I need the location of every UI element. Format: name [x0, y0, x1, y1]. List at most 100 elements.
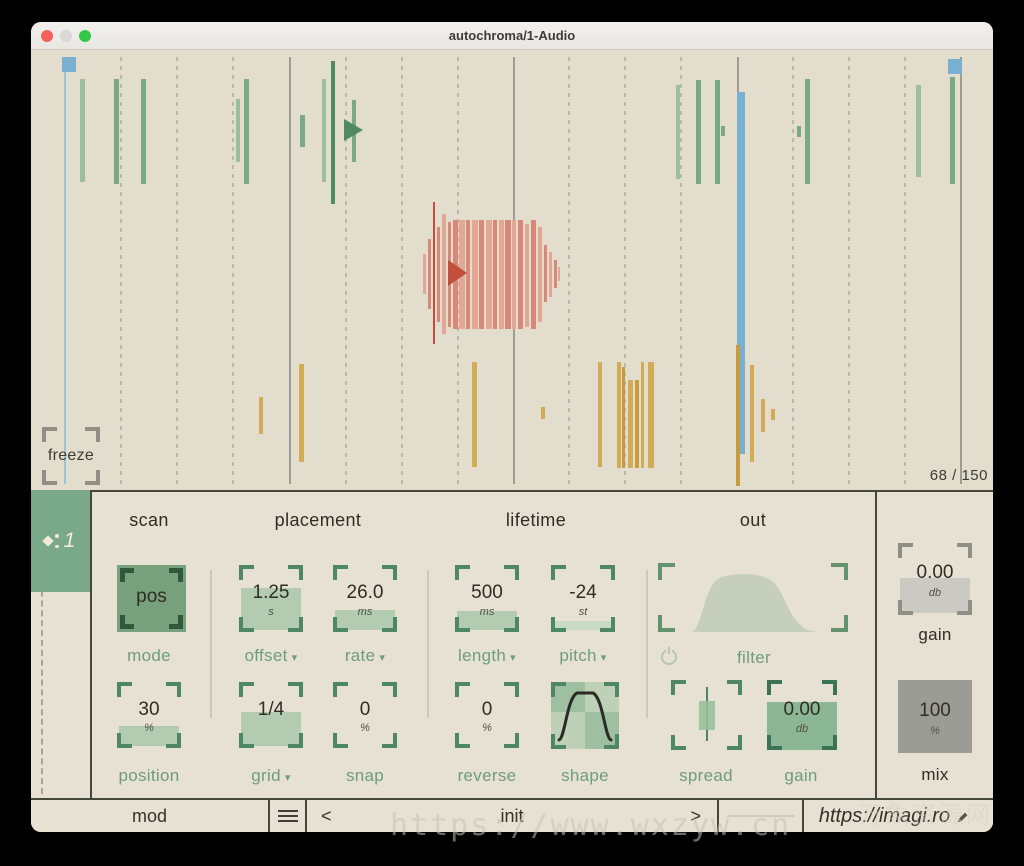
grid-control[interactable]: 1/4 [239, 682, 303, 748]
master-gain-value: 0.00 [898, 563, 972, 585]
playhead-marker[interactable] [948, 59, 962, 74]
grain-bar [531, 220, 536, 329]
grain-bar [244, 79, 249, 184]
playhead-marker[interactable] [62, 57, 76, 72]
mix-control[interactable]: 100 % [898, 680, 972, 753]
freeze-button[interactable]: freeze [42, 427, 100, 485]
grain-bar [541, 407, 545, 419]
grain-bar [428, 239, 431, 309]
snap-value: 0 [333, 699, 397, 721]
mod-button[interactable]: mod [31, 800, 270, 832]
grain-bar [499, 220, 504, 329]
mix-value: 100 [898, 700, 972, 722]
master-gain-label: gain [875, 625, 993, 645]
grain-bar [114, 79, 119, 184]
plugin-window: autochroma/1-Audio freeze 68 / 150 1 2 3… [31, 22, 993, 832]
grid-line-dashed [904, 57, 906, 484]
control-panel [31, 490, 993, 798]
grain-bar [80, 79, 85, 182]
shape-control[interactable] [551, 682, 619, 749]
modulation-icon [44, 533, 60, 549]
grid-value: 1/4 [239, 699, 303, 721]
grid-line-dashed [568, 57, 570, 484]
grain-bar [64, 57, 66, 484]
out-gain-label[interactable]: gain [741, 766, 861, 786]
master-gain-unit: db [898, 587, 972, 599]
grain-counter: 68 / 150 [930, 467, 988, 484]
pitch-control[interactable]: -24 st [551, 565, 615, 632]
shape-label[interactable]: shape [525, 766, 645, 786]
tab-1[interactable]: 1 [31, 490, 90, 592]
grid-line-dashed [401, 57, 403, 484]
reverse-control[interactable]: 0 % [455, 682, 519, 748]
position-label[interactable]: position [89, 766, 209, 786]
spread-handle[interactable] [699, 701, 715, 730]
section-divider [210, 570, 212, 718]
grid-line-solid [960, 57, 962, 484]
section-title-scan: scan [89, 510, 209, 531]
grain-bar [950, 77, 955, 184]
out-gain-control[interactable]: 0.00 db [767, 680, 837, 750]
snap-label[interactable]: snap [305, 766, 425, 786]
viz-canvas[interactable]: freeze 68 / 150 [31, 50, 993, 490]
length-value: 500 [455, 582, 519, 604]
grain-bar [805, 79, 810, 184]
grain-bar [141, 79, 146, 184]
pitch-value: -24 [551, 582, 615, 604]
grain-bar [259, 397, 263, 434]
mix-unit: % [898, 725, 972, 737]
chevron-down-icon: ▾ [601, 651, 607, 664]
position-control[interactable]: 30 % [117, 682, 181, 748]
grain-bar [648, 362, 654, 468]
section-title-lifetime: lifetime [476, 510, 596, 531]
spread-control[interactable] [671, 680, 742, 750]
mode-control[interactable]: pos [117, 565, 186, 632]
grain-bar [676, 85, 680, 179]
grain-bar [617, 362, 621, 468]
grain-bar [750, 365, 754, 462]
offset-control[interactable]: 1.25 s [239, 565, 303, 632]
grain-bar [544, 245, 547, 302]
grain-bar [423, 254, 426, 294]
rate-control[interactable]: 26.0 ms [333, 565, 397, 632]
grain-bar [549, 252, 552, 297]
snap-control[interactable]: 0 % [333, 682, 397, 748]
grain-bar [472, 362, 477, 467]
grain-bar [715, 80, 720, 184]
tab-1-label: 1 [64, 529, 76, 553]
grain-bar [736, 345, 740, 486]
grain-bar [797, 126, 801, 137]
mix-label: mix [875, 765, 993, 785]
grain-bar [512, 220, 516, 329]
filter-control[interactable] [658, 563, 848, 632]
menu-icon[interactable] [270, 800, 307, 832]
grain-bar [472, 220, 478, 329]
filter-label[interactable]: filter [694, 648, 814, 668]
preset-prev-button[interactable]: < [321, 806, 332, 827]
grain-bar [486, 220, 492, 329]
length-unit: ms [455, 606, 519, 618]
filter-power-icon[interactable] [661, 649, 677, 665]
pitch-label[interactable]: pitch▾ [523, 646, 643, 666]
grain-bar [598, 362, 602, 467]
grid-line-dashed [176, 57, 178, 484]
length-control[interactable]: 500 ms [455, 565, 519, 632]
master-gain-control[interactable]: 0.00 db [898, 543, 972, 615]
grain-bar [525, 224, 529, 327]
mode-label[interactable]: mode [89, 646, 209, 666]
grain-bar [558, 267, 560, 281]
chevron-down-icon: ▾ [510, 651, 516, 664]
grain-bar [433, 202, 435, 344]
grid-line-dashed [792, 57, 794, 484]
window-title: autochroma/1-Audio [31, 28, 993, 43]
freeze-brackets [42, 427, 100, 485]
rate-unit: ms [333, 606, 397, 618]
grain-bar [299, 364, 304, 462]
grain-bar [771, 409, 775, 420]
grain-bar [761, 399, 765, 432]
rate-label[interactable]: rate▾ [305, 646, 425, 666]
section-title-out: out [693, 510, 813, 531]
play-triangle [344, 119, 363, 141]
grain-bar [696, 80, 701, 184]
reverse-unit: % [455, 722, 519, 734]
